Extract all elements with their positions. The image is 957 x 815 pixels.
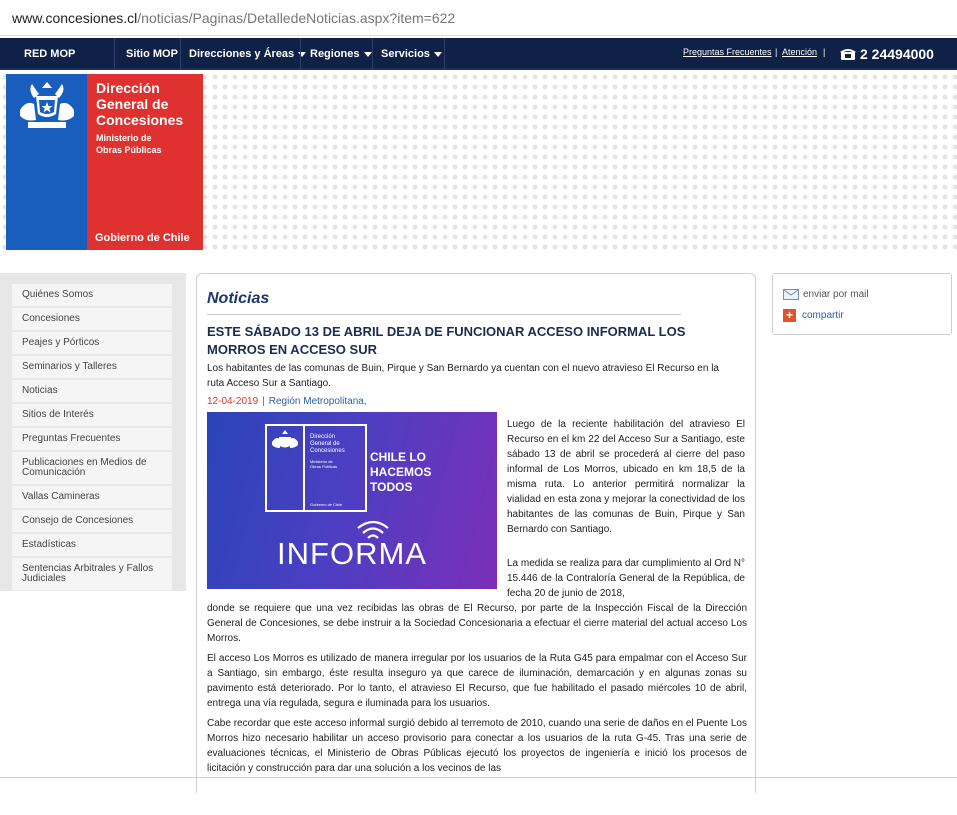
sidebar-item-preguntas[interactable]: Preguntas Frecuentes [12, 428, 172, 450]
sidebar-menu: Quiénes Somos Concesiones Peajes y Pórti… [0, 273, 186, 591]
url-host: www.concesiones.cl [12, 10, 138, 26]
link-separator: | [823, 47, 826, 57]
site-header: Dirección General de Concesiones Ministe… [0, 72, 957, 252]
article-region-link[interactable]: Región Metropolitana, [269, 396, 367, 407]
phone-icon [840, 49, 856, 60]
article-image: Dirección General de Concesiones Ministe… [207, 412, 497, 589]
image-ministry: Ministerio de Obras Públicas [310, 459, 337, 469]
image-org-line: General de [310, 441, 340, 447]
sidebar-item-consejo[interactable]: Consejo de Concesiones [12, 510, 172, 532]
logo-subtitle-line: Obras Públicas [96, 145, 162, 155]
section-title: Noticias [207, 290, 270, 307]
share-link[interactable]: + compartir [783, 308, 844, 322]
phone-text: 2 24494000 [860, 46, 934, 62]
logo-subtitle-line: Ministerio de [96, 133, 152, 143]
email-share-link[interactable]: enviar por mail [783, 287, 869, 301]
sidebar-item-quienes-somos[interactable]: Quiénes Somos [12, 284, 172, 306]
sidebar-item-estadisticas[interactable]: Estadísticas [12, 534, 172, 556]
logo-title-line: Dirección [96, 80, 160, 96]
image-slogan-line: TODOS [370, 480, 413, 494]
image-slogan-line: HACEMOS [370, 465, 432, 479]
nav-regiones[interactable]: Regiones [310, 38, 372, 70]
article-paragraph-1: Luego de la reciente habilitación del at… [507, 419, 745, 535]
logo-blue-panel[interactable] [6, 74, 87, 250]
url-path: /noticias/Paginas/DetalledeNoticias.aspx… [137, 10, 456, 26]
article-paragraph-3: El acceso Los Morros es utilizado de man… [207, 653, 747, 709]
phone-number[interactable]: 2 24494000 [840, 41, 934, 67]
sidebar-item-seminarios[interactable]: Seminarios y Talleres [12, 356, 172, 378]
image-org-line: Dirección [310, 434, 336, 440]
article-date: 12-04-2019 [207, 396, 259, 407]
preguntas-frecuentes-link[interactable]: Preguntas Frecuentes [683, 47, 772, 57]
article-lead: Los habitantes de las comunas de Buin, P… [207, 363, 719, 389]
nav-servicios[interactable]: Servicios [381, 38, 442, 70]
article-headline: ESTE SÁBADO 13 DE ABRIL DEJA DE FUNCIONA… [207, 324, 686, 357]
meta-divider: | [262, 396, 265, 407]
sidebar-item-concesiones[interactable]: Concesiones [12, 308, 172, 330]
nav-divider [114, 38, 115, 70]
nav-divider [444, 38, 445, 70]
share-box: enviar por mail + compartir [772, 273, 952, 335]
image-slogan: CHILE LO HACEMOS TODOS [370, 450, 431, 495]
nav-sitio-mop[interactable]: Sitio MOP [126, 38, 178, 70]
plus-icon: + [783, 308, 796, 322]
sidebar-item-peajes[interactable]: Peajes y Pórticos [12, 332, 172, 354]
image-informa-word: INFORMA [277, 536, 427, 571]
article-meta: 12-04-2019 | Región Metropolitana, [207, 396, 367, 407]
nav-label: Regiones [310, 48, 360, 60]
article-paragraph-4: Cabe recordar que este acceso informal s… [207, 718, 747, 774]
article-paragraph-2-cont: donde se requiere que una vez recibidas … [207, 603, 747, 644]
logo-subtitle: Ministerio de Obras Públicas [96, 132, 162, 156]
red-mop-link[interactable]: RED MOP [24, 38, 75, 70]
nav-divider [300, 38, 301, 70]
logo-title: Dirección General de Concesiones [96, 80, 183, 128]
caret-down-icon [363, 51, 372, 57]
address-bar[interactable]: www.concesiones.cl/noticias/Paginas/Deta… [0, 0, 957, 36]
nav-divider [372, 38, 373, 70]
nav-divider [180, 38, 181, 70]
image-coat-of-arms-icon [272, 430, 298, 448]
image-logo-divider [303, 426, 305, 512]
section-divider [207, 314, 681, 315]
link-separator: | [775, 47, 778, 57]
nav-label: Servicios [381, 48, 430, 60]
article-paragraph-2-start: La medida se realiza para dar cumplimien… [507, 558, 745, 599]
image-org-name: Dirección General de Concesiones [310, 434, 345, 455]
image-slogan-line: CHILE LO [370, 450, 426, 464]
email-share-label: enviar por mail [803, 288, 869, 300]
logo-red-panel[interactable]: Dirección General de Concesiones Ministe… [87, 74, 203, 250]
sidebar-item-sentencias[interactable]: Sentencias Arbitrales y Fallos Judiciale… [12, 558, 172, 590]
sidebar-item-noticias[interactable]: Noticias [12, 380, 172, 402]
mail-icon [783, 288, 799, 300]
image-org-line: Concesiones [310, 448, 345, 454]
image-logo-box: Dirección General de Concesiones Ministe… [265, 424, 367, 512]
image-ministry-line: Obras Públicas [310, 464, 338, 469]
share-label: compartir [802, 309, 844, 321]
logo-title-line: General de [96, 96, 169, 112]
sidebar-item-vallas[interactable]: Vallas Camineras [12, 486, 172, 508]
mail-envelope-flap [784, 289, 798, 296]
nav-direcciones[interactable]: Direcciones y Áreas [189, 38, 307, 70]
url-text[interactable]: www.concesiones.cl/noticias/Paginas/Deta… [12, 10, 455, 26]
page-bottom-rule [0, 777, 957, 778]
logo-title-line: Concesiones [96, 112, 184, 128]
top-nav-bar: RED MOP Sitio MOP Direcciones y Áreas Re… [0, 38, 957, 70]
sidebar-item-publicaciones[interactable]: Publicaciones en Medios de Comunicación [12, 452, 172, 484]
logo-gobierno: Gobierno de Chile [95, 232, 190, 244]
caret-down-icon [433, 51, 442, 57]
image-gov: Gobierno de Chile [310, 502, 343, 507]
article-panel: Noticias ESTE SÁBADO 13 DE ABRIL DEJA DE… [196, 273, 756, 793]
sidebar-item-sitios-interes[interactable]: Sitios de Interés [12, 404, 172, 426]
atencion-link[interactable]: Atención [782, 47, 817, 57]
coat-of-arms-icon [20, 82, 74, 128]
nav-label: Direcciones y Áreas [189, 48, 295, 60]
